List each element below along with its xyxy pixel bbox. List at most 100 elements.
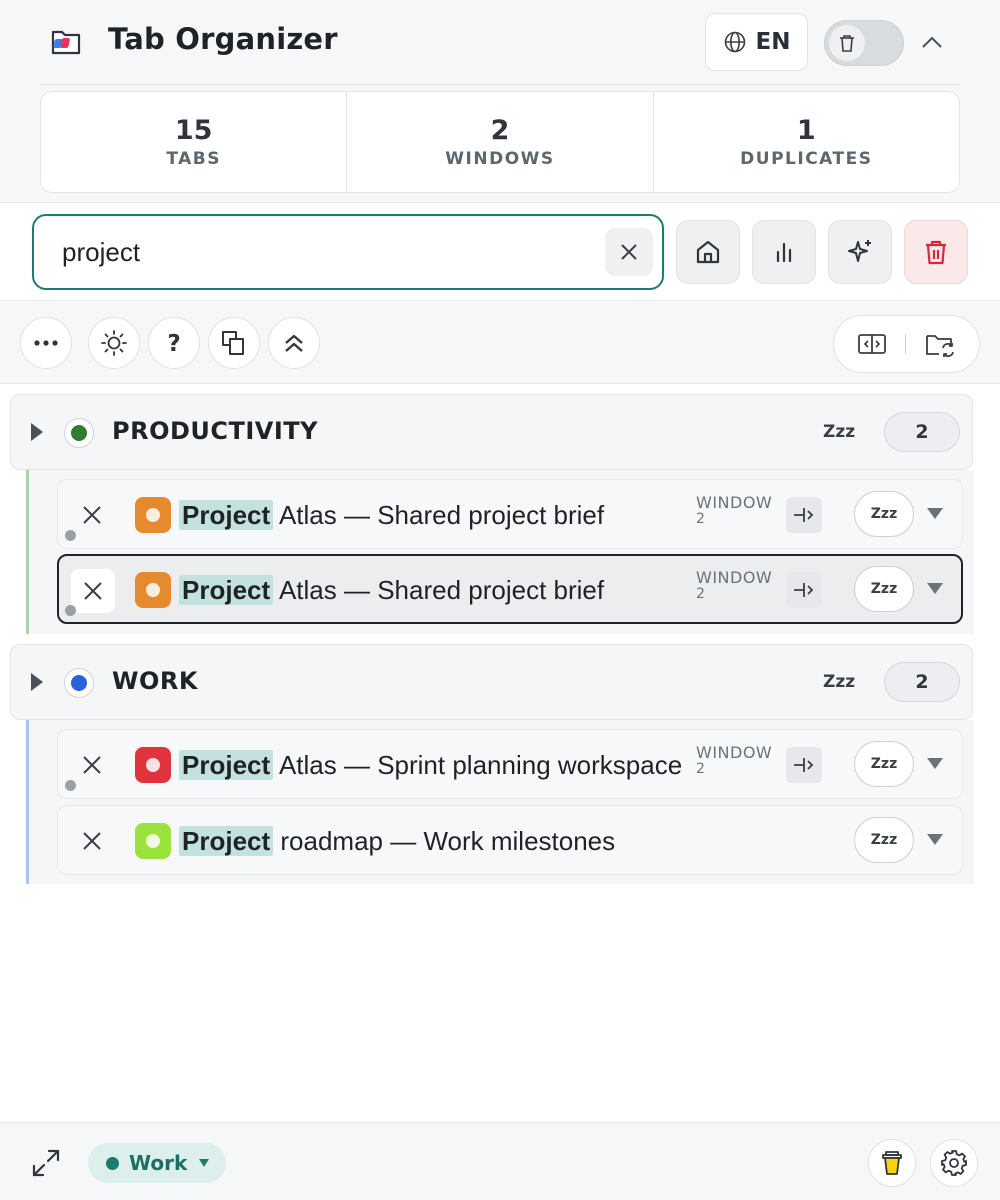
settings-button[interactable] [930, 1139, 978, 1187]
trash-icon [840, 35, 854, 52]
language-button[interactable]: EN [705, 13, 808, 71]
stat-duplicates[interactable]: 1 DUPLICATES [654, 92, 959, 192]
move-to-window-button[interactable] [786, 747, 822, 783]
app-title: Tab Organizer [108, 22, 338, 56]
sparkles-icon [848, 240, 871, 262]
close-icon [621, 244, 637, 260]
sleep-tab-button[interactable]: Zzz [854, 566, 914, 612]
more-icon [34, 340, 58, 346]
group-tab-count: 2 [884, 412, 960, 452]
chevron-up-icon [922, 36, 942, 48]
sun-icon [101, 330, 127, 356]
tab-row[interactable]: Project Atlas — Sprint planning workspac… [57, 729, 963, 799]
toggle-knob [829, 25, 865, 61]
favicon-icon [135, 747, 171, 783]
gear-icon [941, 1150, 967, 1176]
close-tab-button[interactable] [70, 819, 114, 863]
space-label: Work [129, 1151, 188, 1175]
collapse-all-button[interactable] [268, 317, 320, 369]
group-name: WORK [112, 667, 198, 695]
theme-button[interactable] [88, 317, 140, 369]
window-label: WINDOW 2 [696, 494, 772, 528]
stat-windows: 2 WINDOWS [347, 92, 654, 192]
folder-sync-icon[interactable] [924, 330, 956, 358]
tab-row-active[interactable]: Project Atlas — Shared project brief WIN… [57, 554, 963, 624]
expand-caret-icon[interactable] [31, 423, 43, 441]
tab-menu-chevron-icon[interactable] [927, 834, 943, 845]
globe-icon [724, 31, 745, 53]
window-label: WINDOW 2 [696, 569, 772, 603]
stat-value: 2 [490, 115, 510, 146]
close-icon [83, 832, 101, 850]
close-tab-button[interactable] [70, 743, 114, 787]
bar-chart-icon [776, 242, 792, 263]
move-right-icon [794, 758, 814, 772]
home-button[interactable] [676, 220, 740, 284]
stat-label: DUPLICATES [740, 149, 873, 169]
expand-caret-icon[interactable] [31, 673, 43, 691]
move-right-icon [794, 508, 814, 522]
collapse-header-button[interactable] [918, 28, 946, 56]
group-name: PRODUCTIVITY [112, 417, 319, 445]
tab-menu-chevron-icon[interactable] [927, 583, 943, 594]
search-input[interactable] [62, 234, 582, 270]
group-tab-count: 2 [884, 662, 960, 702]
ai-organize-button[interactable] [828, 220, 892, 284]
duplicate-tabs-button[interactable] [208, 317, 260, 369]
space-color-dot [106, 1156, 119, 1170]
stat-value: 15 [174, 115, 213, 146]
window-number: 2 [696, 586, 706, 602]
move-to-window-button[interactable] [786, 497, 822, 533]
tab-title-rest: Atlas — Shared project brief [273, 500, 605, 530]
split-view-icon[interactable] [857, 332, 887, 356]
search-highlight: Project [179, 750, 274, 780]
close-icon [84, 582, 102, 600]
group-header-productivity[interactable]: PRODUCTIVITY Zzz 2 [10, 394, 973, 470]
sleep-tab-button[interactable]: Zzz [854, 817, 914, 863]
header: Tab Organizer EN 15 TABS 2 WINDOWS 1 DUP… [0, 0, 1000, 203]
tab-title-rest: roadmap — Work milestones [273, 826, 616, 856]
space-selector[interactable]: Work [88, 1143, 226, 1183]
close-icon [83, 506, 101, 524]
tab-menu-chevron-icon[interactable] [927, 758, 943, 769]
group-color-indicator[interactable] [64, 668, 94, 698]
move-to-window-button[interactable] [786, 572, 822, 608]
favicon-icon [135, 497, 171, 533]
sleep-tab-button[interactable]: Zzz [854, 741, 914, 787]
tab-row[interactable]: Project Atlas — Shared project brief WIN… [57, 479, 963, 549]
window-number: 2 [696, 761, 706, 777]
group-sleep-button[interactable]: Zzz [823, 672, 855, 692]
tab-status-dot [65, 530, 76, 541]
double-chevron-up-icon [285, 334, 303, 352]
favicon-icon [135, 572, 171, 608]
close-tab-button[interactable] [71, 569, 115, 613]
delete-button[interactable] [904, 220, 968, 284]
expand-icon[interactable] [30, 1147, 62, 1179]
window-label-text: WINDOW [696, 568, 773, 587]
sleep-tab-button[interactable]: Zzz [854, 491, 914, 537]
window-label-text: WINDOW [696, 743, 773, 762]
tab-menu-chevron-icon[interactable] [927, 508, 943, 519]
stat-value: 1 [796, 115, 816, 146]
group-sleep-button[interactable]: Zzz [823, 422, 855, 442]
coffee-cup-icon [882, 1151, 902, 1175]
header-divider [40, 84, 960, 85]
help-button[interactable]: ? [148, 317, 200, 369]
tab-title: Project Atlas — Shared project brief [179, 572, 604, 608]
auto-delete-toggle[interactable] [824, 20, 904, 66]
window-number: 2 [696, 511, 706, 527]
window-label-text: WINDOW [696, 493, 773, 512]
tab-title-rest: Atlas — Sprint planning workspace [273, 750, 683, 780]
more-options-button[interactable] [20, 317, 72, 369]
tab-title: Project Atlas — Sprint planning workspac… [179, 747, 682, 783]
statistics-button[interactable] [752, 220, 816, 284]
close-tab-button[interactable] [70, 493, 114, 537]
group-color-indicator[interactable] [64, 418, 94, 448]
group-header-work[interactable]: WORK Zzz 2 [10, 644, 973, 720]
group-color-dot [71, 675, 87, 691]
buy-coffee-button[interactable] [868, 1139, 916, 1187]
tab-status-dot [65, 780, 76, 791]
stat-label: WINDOWS [445, 149, 555, 169]
tab-row[interactable]: Project roadmap — Work milestones Zzz [57, 805, 963, 875]
clear-search-button[interactable] [605, 228, 653, 276]
